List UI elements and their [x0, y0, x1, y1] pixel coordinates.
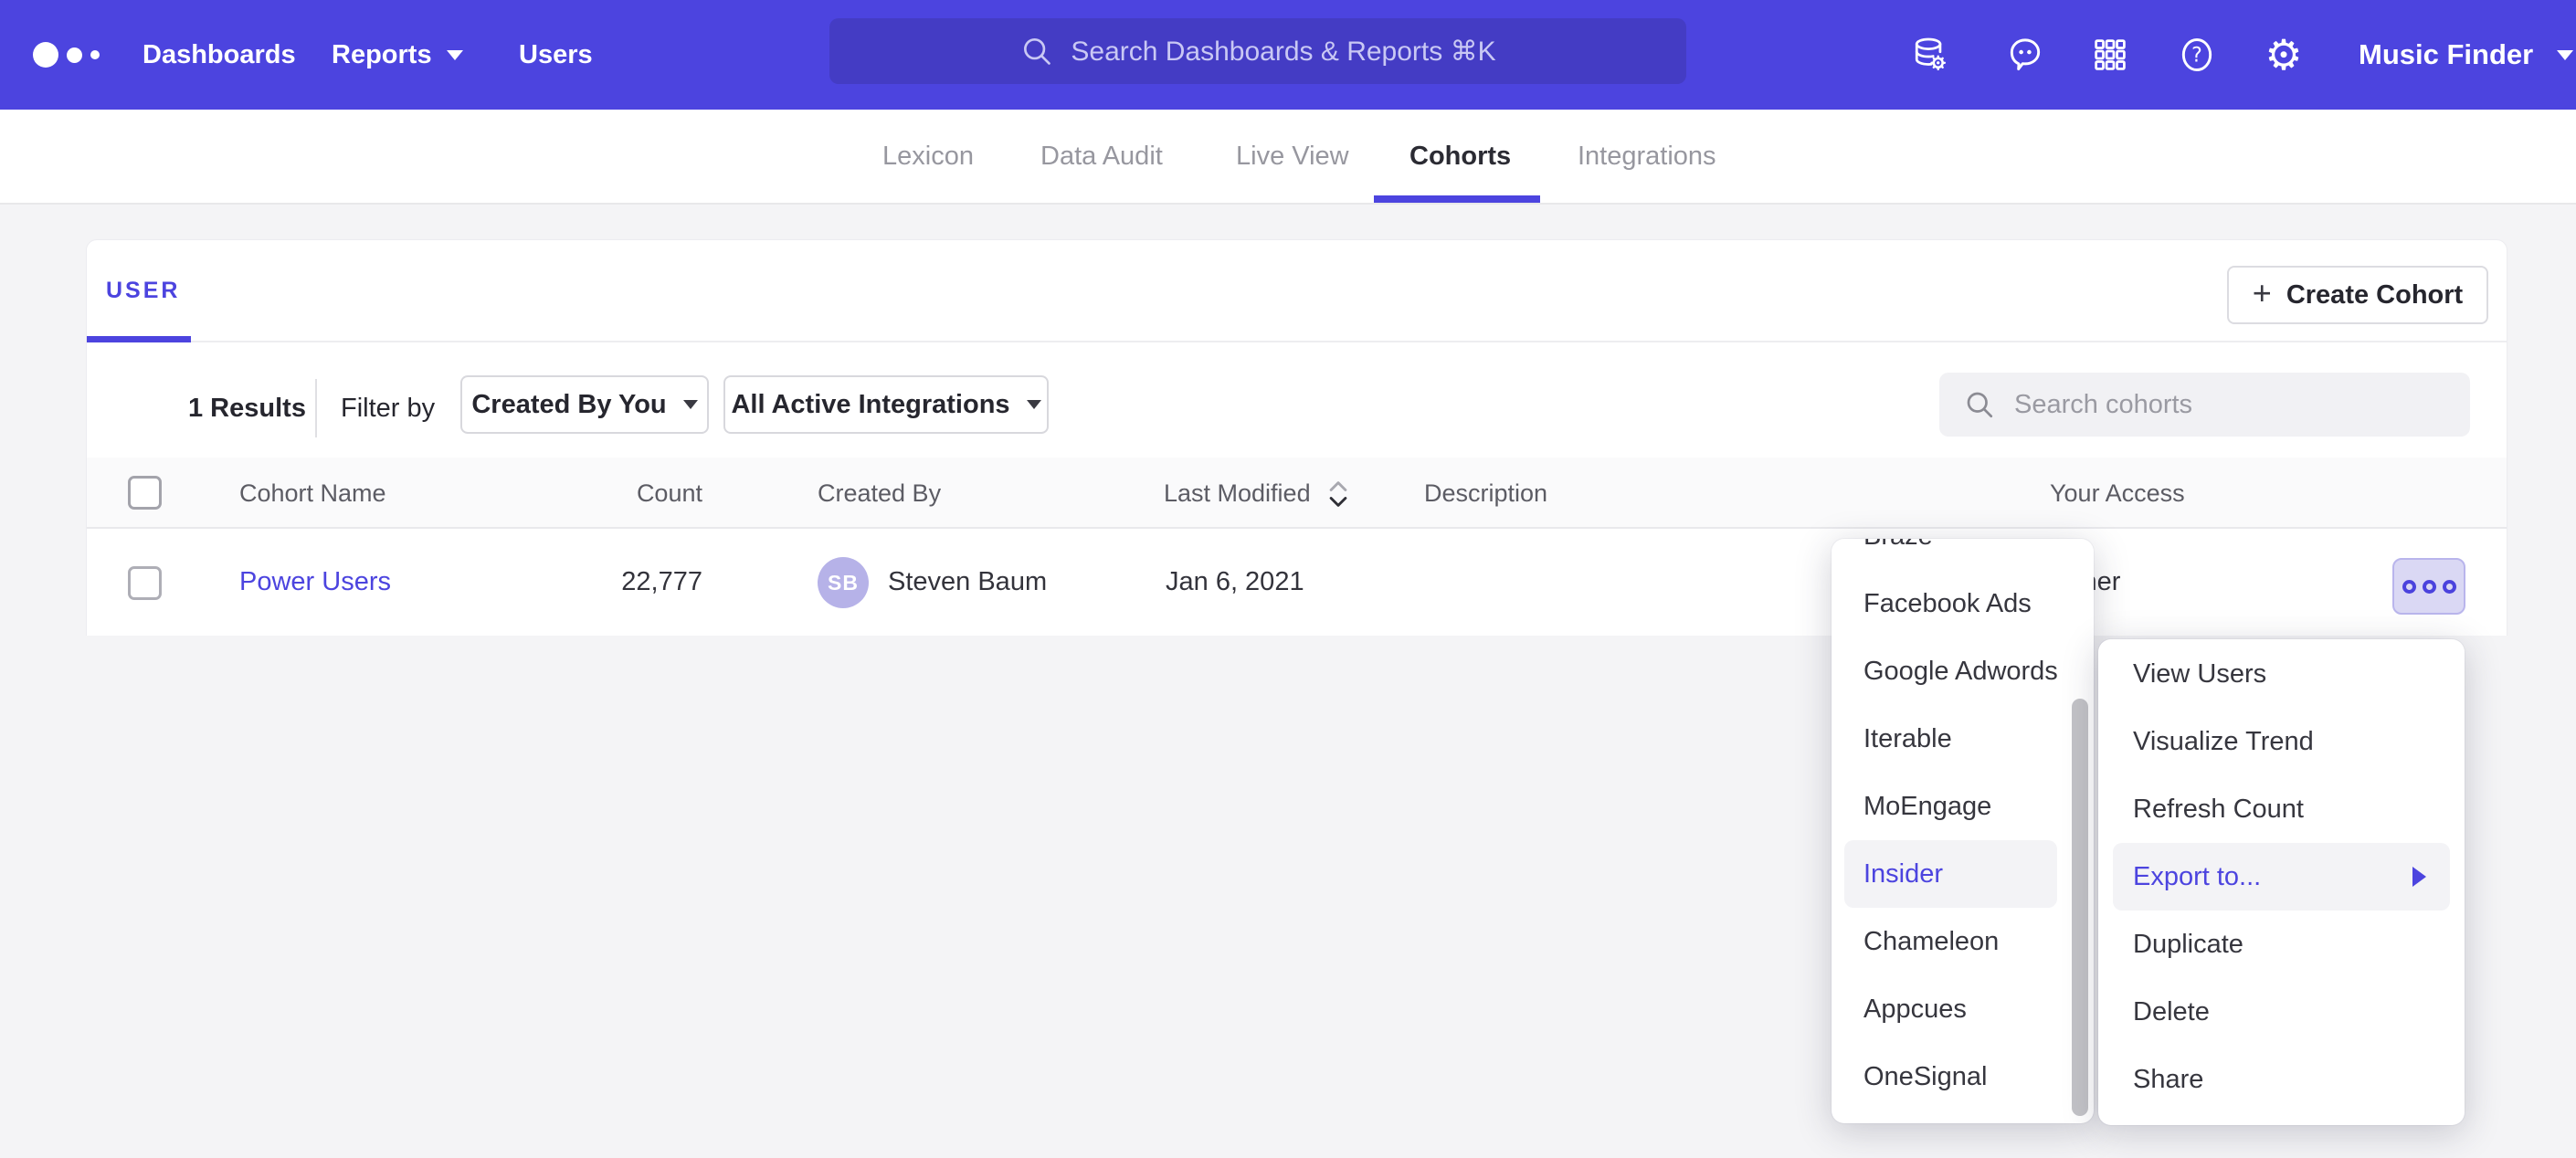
submenu-item-moengage[interactable]: MoEngage — [1832, 773, 2094, 840]
nav-item-reports[interactable]: Reports — [332, 0, 432, 110]
create-cohort-button[interactable]: + Create Cohort — [2227, 266, 2488, 324]
project-switcher[interactable]: Music Finder — [2359, 0, 2573, 110]
menu-item-delete[interactable]: Delete — [2098, 978, 2465, 1046]
logo-dot-medium — [67, 47, 82, 63]
submenu-item-chameleon[interactable]: Chameleon — [1832, 908, 2094, 975]
menu-item-refresh-count[interactable]: Refresh Count — [2098, 775, 2465, 843]
more-dot-icon — [2443, 580, 2456, 594]
cohort-search-box — [1939, 373, 2470, 437]
search-icon — [1963, 388, 1996, 421]
feedback-button[interactable] — [2005, 35, 2045, 75]
create-cohort-label: Create Cohort — [2286, 280, 2463, 311]
data-management-button[interactable] — [1909, 35, 1949, 75]
select-all-checkbox[interactable] — [128, 476, 162, 510]
col-header-last-modified[interactable]: Last Modified — [1164, 458, 1311, 529]
nav-item-users[interactable]: Users — [519, 0, 593, 110]
filter-created-by-value: Created By You — [471, 390, 666, 420]
help-icon: ? — [2177, 35, 2217, 75]
mixpanel-dots-logo[interactable] — [33, 0, 100, 110]
menu-item-duplicate[interactable]: Duplicate — [2098, 911, 2465, 978]
col-header-created-by[interactable]: Created By — [818, 458, 941, 529]
chevron-down-icon — [1027, 400, 1041, 409]
more-dot-icon — [2402, 580, 2416, 594]
feedback-bubble-icon — [2005, 35, 2045, 75]
row-more-actions-button[interactable] — [2392, 558, 2465, 615]
data-management-icon — [1909, 35, 1949, 75]
results-count: 1 Results — [188, 377, 306, 439]
filter-integrations-value: All Active Integrations — [731, 390, 1009, 420]
creator-name: Steven Baum — [888, 529, 1047, 636]
submenu-scrollbar-thumb[interactable] — [2072, 699, 2088, 1116]
submenu-item-facebook-ads[interactable]: Facebook Ads — [1832, 570, 2094, 637]
apps-grid-icon — [2090, 35, 2130, 75]
cohort-count-value: 22,777 — [544, 529, 702, 636]
submenu-item-onesignal[interactable]: OneSignal — [1832, 1043, 2094, 1111]
creator-avatar: SB — [818, 557, 869, 608]
section-tab-bar: Lexicon Data Audit Live View Cohorts Int… — [0, 110, 2576, 205]
cohort-search-input[interactable] — [2014, 390, 2416, 420]
table-header-row: Cohort Name Count Created By Last Modifi… — [87, 458, 2507, 529]
row-context-menu: View Users Visualize Trend Refresh Count… — [2098, 639, 2465, 1125]
submenu-arrow-icon — [2412, 867, 2426, 887]
tab-data-audit[interactable]: Data Audit — [1040, 110, 1163, 203]
submenu-item-braze[interactable]: Braze — [1832, 539, 2094, 570]
tab-live-view[interactable]: Live View — [1236, 110, 1349, 203]
tab-user-cohorts[interactable]: USER — [106, 240, 180, 341]
menu-item-share[interactable]: Share — [2098, 1046, 2465, 1113]
project-caret-icon — [2557, 50, 2573, 60]
reports-caret-icon — [447, 50, 463, 60]
svg-text:?: ? — [2191, 45, 2202, 68]
cohort-type-tab-row: USER + Create Cohort — [87, 240, 2507, 342]
nav-item-dashboards[interactable]: Dashboards — [143, 0, 296, 110]
logo-dot-small — [90, 50, 100, 59]
search-icon — [1019, 34, 1054, 68]
filter-integrations-dropdown[interactable]: All Active Integrations — [723, 375, 1049, 434]
chevron-down-icon — [683, 400, 698, 409]
cohort-table-row: Power Users 22,777 SB Steven Baum Jan 6,… — [87, 529, 2507, 636]
col-header-count[interactable]: Count — [544, 458, 702, 529]
menu-item-export-to[interactable]: Export to... — [2113, 843, 2450, 911]
last-modified-value: Jan 6, 2021 — [1166, 529, 1304, 636]
apps-grid-button[interactable] — [2090, 35, 2130, 75]
col-header-description[interactable]: Description — [1424, 458, 1547, 529]
export-submenu-list: Braze Facebook Ads Google Adwords Iterab… — [1832, 539, 2094, 1111]
export-submenu: Braze Facebook Ads Google Adwords Iterab… — [1832, 539, 2094, 1123]
export-to-label: Export to... — [2133, 862, 2261, 892]
filter-divider — [315, 379, 317, 437]
col-header-your-access[interactable]: Your Access — [2050, 458, 2185, 529]
logo-dot-large — [33, 42, 58, 68]
filter-by-label: Filter by — [341, 377, 435, 439]
help-button[interactable]: ? — [2177, 35, 2217, 75]
tab-lexicon[interactable]: Lexicon — [882, 110, 974, 203]
more-dot-icon — [2423, 580, 2436, 594]
user-tab-underline — [87, 336, 191, 342]
settings-button[interactable]: ⚙ — [2264, 35, 2304, 75]
active-tab-underline — [1374, 195, 1540, 203]
cohorts-card: USER + Create Cohort 1 Results Filter by… — [86, 239, 2507, 636]
settings-gear-icon: ⚙ — [2265, 35, 2302, 75]
cohort-name-link[interactable]: Power Users — [239, 529, 391, 636]
project-name: Music Finder — [2359, 38, 2533, 71]
sort-chevrons-icon[interactable] — [1325, 478, 1351, 511]
filter-created-by-dropdown[interactable]: Created By You — [460, 375, 709, 434]
submenu-item-appcues[interactable]: Appcues — [1832, 975, 2094, 1043]
top-nav-bar: Dashboards Reports Users Search Dashboar… — [0, 0, 2576, 110]
submenu-item-insider[interactable]: Insider — [1844, 840, 2057, 908]
col-header-cohort-name[interactable]: Cohort Name — [239, 458, 386, 529]
tab-cohorts[interactable]: Cohorts — [1409, 110, 1511, 203]
row-checkbox[interactable] — [128, 566, 162, 600]
app-window: Dashboards Reports Users Search Dashboar… — [0, 0, 2576, 1158]
global-search-placeholder: Search Dashboards & Reports ⌘K — [1071, 36, 1495, 68]
submenu-item-iterable[interactable]: Iterable — [1832, 705, 2094, 773]
global-search-button[interactable]: Search Dashboards & Reports ⌘K — [829, 18, 1686, 84]
submenu-item-google-adwords[interactable]: Google Adwords — [1832, 637, 2094, 705]
plus-icon: + — [2253, 274, 2272, 312]
menu-item-visualize-trend[interactable]: Visualize Trend — [2098, 708, 2465, 775]
tab-integrations[interactable]: Integrations — [1578, 110, 1716, 203]
menu-item-view-users[interactable]: View Users — [2098, 640, 2465, 708]
